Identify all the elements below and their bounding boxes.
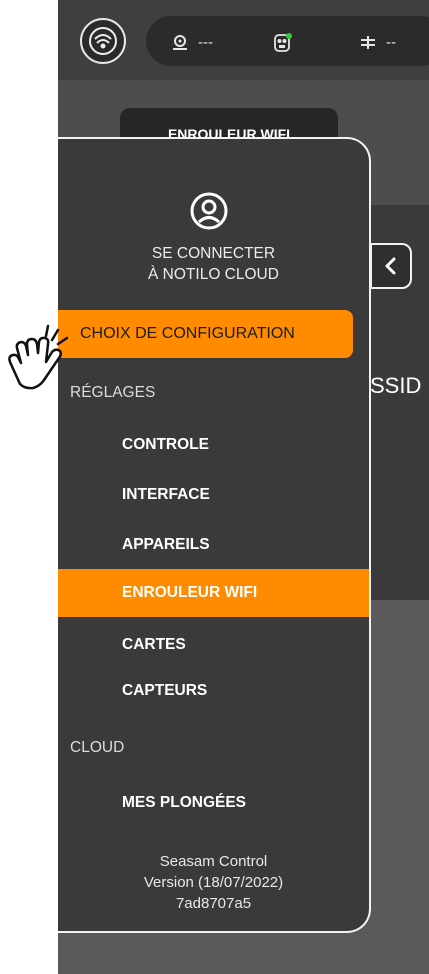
section-reglages: RÉGLAGES — [70, 384, 156, 401]
app-screen: --- -- ENROULEUR WIFI SSID SE CONNECTER … — [58, 0, 429, 974]
section-cloud: CLOUD — [70, 739, 125, 756]
robot-status — [271, 32, 293, 54]
menu-item-appareils[interactable]: APPAREILS — [58, 521, 369, 569]
status-bar: --- -- — [146, 16, 429, 66]
app-name: Seasam Control — [159, 853, 268, 870]
robot-mask-icon — [274, 33, 292, 52]
user-profile-icon[interactable] — [189, 191, 229, 231]
menu-item-interface[interactable]: INTERFACE — [58, 471, 369, 519]
heading-status: -- — [358, 32, 396, 52]
menu-item-enrouleur-wifi[interactable]: ENROULEUR WIFI — [58, 569, 369, 617]
logo-menu-button[interactable] — [80, 18, 126, 64]
chevron-left-icon — [385, 257, 396, 275]
winch-status: --- — [170, 32, 213, 52]
heading-value: -- — [386, 33, 396, 51]
cloud-connect-link[interactable]: SE CONNECTER À NOTILO CLOUD — [58, 243, 369, 285]
app-version: Version (18/07/2022) — [143, 874, 284, 891]
tap-hand-icon — [8, 324, 69, 390]
app-version-info: Seasam Control Version (18/07/2022) 7ad8… — [58, 851, 369, 914]
collapse-drawer-button[interactable] — [370, 243, 412, 289]
menu-item-mes-plongees[interactable]: MES PLONGÉES — [58, 779, 369, 827]
config-choice-button[interactable]: CHOIX DE CONFIGURATION — [58, 310, 353, 358]
seasam-logo-icon — [89, 27, 117, 55]
heading-icon — [361, 36, 375, 49]
ssid-label: SSID — [370, 373, 422, 398]
connect-line-2: À NOTILO CLOUD — [148, 266, 279, 283]
connect-line-1: SE CONNECTER — [151, 245, 276, 262]
side-drawer: SE CONNECTER À NOTILO CLOUD CHOIX DE CON… — [58, 137, 371, 933]
menu-item-cartes[interactable]: CARTES — [58, 621, 369, 669]
app-build: 7ad8707a5 — [175, 895, 252, 912]
menu-item-controle[interactable]: CONTROLE — [58, 421, 369, 469]
top-bar: --- -- — [58, 0, 429, 80]
winch-value: --- — [198, 33, 213, 51]
winch-depth-icon — [173, 35, 187, 50]
menu-item-capteurs[interactable]: CAPTEURS — [58, 667, 369, 715]
